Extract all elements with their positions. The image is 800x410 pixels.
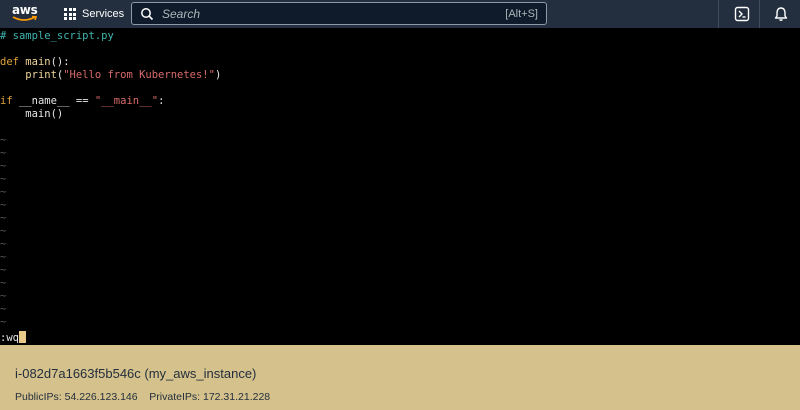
empty-line-tilde: ~ <box>0 251 7 263</box>
topbar-divider <box>718 0 719 28</box>
search-input[interactable]: Search [Alt+S] <box>131 2 547 25</box>
notifications-bell-icon[interactable] <box>773 6 789 22</box>
empty-line-tilde: ~ <box>0 277 7 289</box>
topbar-divider <box>759 0 760 28</box>
code-line: main() <box>0 108 64 120</box>
public-ips-value: 54.226.123.146 <box>64 391 138 403</box>
empty-line-tilde: ~ <box>0 186 7 198</box>
code-string: "Hello from Kubernetes!" <box>63 69 215 81</box>
empty-line-tilde: ~ <box>0 199 7 211</box>
search-placeholder: Search <box>162 6 201 21</box>
code-punctuation: (): <box>50 56 70 68</box>
code-function-name: main <box>25 56 51 68</box>
text-cursor <box>18 331 26 343</box>
empty-line-tilde: ~ <box>0 173 7 185</box>
aws-logo[interactable]: aws <box>12 3 40 25</box>
empty-line-tilde: ~ <box>0 264 7 276</box>
empty-line-tilde: ~ <box>0 303 7 315</box>
private-ips-label: PrivateIPs: <box>149 391 201 403</box>
search-shortcut-hint: [Alt+S] <box>505 7 538 20</box>
code-line: def main(): <box>0 56 70 69</box>
code-string: "__main__" <box>94 95 159 107</box>
vim-command-line[interactable]: :wq <box>0 331 26 344</box>
empty-line-tilde: ~ <box>0 238 7 250</box>
aws-smile-icon <box>12 15 38 21</box>
empty-line-tilde: ~ <box>0 316 7 328</box>
search-icon <box>141 7 154 20</box>
empty-line-tilde: ~ <box>0 225 7 237</box>
code-expression: __name__ == <box>12 95 95 107</box>
code-punctuation: : <box>158 95 165 107</box>
top-navigation-bar: aws Services Search [Alt+S] <box>0 0 800 28</box>
code-keyword: def <box>0 56 19 68</box>
instance-ip-addresses: PublicIPs: 54.226.123.146 PrivateIPs: 17… <box>15 391 270 403</box>
public-ips-label: PublicIPs: <box>15 391 62 403</box>
code-keyword: if <box>0 95 13 107</box>
code-line: # sample_script.py <box>0 30 114 43</box>
code-function-call: print <box>25 69 57 81</box>
empty-line-tilde: ~ <box>0 160 7 172</box>
private-ips-value: 172.31.21.228 <box>202 391 271 403</box>
code-line: if __name__ == "__main__": <box>0 95 164 108</box>
services-label: Services <box>82 8 125 20</box>
services-grid-icon <box>64 8 76 20</box>
code-punctuation: ) <box>214 69 222 81</box>
instance-info-panel: i-082d7a1663f5b546c (my_aws_instance) Pu… <box>0 345 800 410</box>
instance-title: i-082d7a1663f5b546c (my_aws_instance) <box>15 366 257 381</box>
terminal-editor[interactable]: # sample_script.py def main(): print("He… <box>0 28 800 345</box>
empty-line-tilde: ~ <box>0 212 7 224</box>
cloudshell-icon[interactable] <box>734 6 750 22</box>
code-line: print("Hello from Kubernetes!") <box>0 69 221 82</box>
services-menu-button[interactable]: Services <box>64 6 124 22</box>
empty-line-tilde: ~ <box>0 147 7 159</box>
vim-command: :wq <box>0 332 19 344</box>
empty-line-tilde: ~ <box>0 134 7 146</box>
code-comment: # sample_script.py <box>0 30 114 42</box>
empty-line-tilde: ~ <box>0 290 7 302</box>
